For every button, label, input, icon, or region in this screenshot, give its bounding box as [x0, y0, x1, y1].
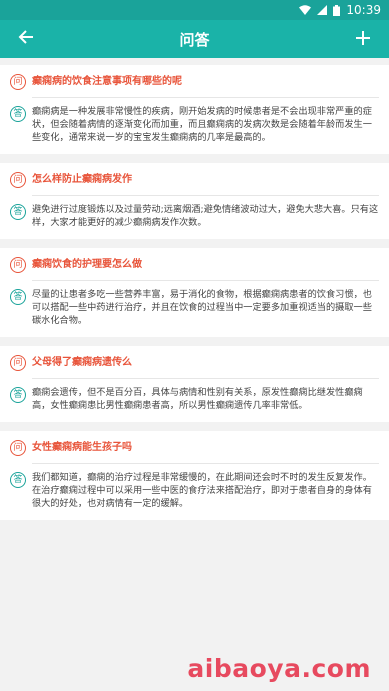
- question-text: 癫痫病的饮食注意事项有哪些的呢: [32, 76, 182, 87]
- page-title: 问答: [179, 30, 210, 49]
- battery-icon: [333, 4, 341, 16]
- answer-badge: 答: [10, 387, 26, 403]
- question-badge: 问: [10, 74, 26, 90]
- qa-card[interactable]: 问 女性癫痫病能生孩子吗 答 我们都知道，癫痫的治疗过程是非常缓慢的，在此期间还…: [0, 431, 389, 520]
- status-bar: 10:39: [0, 0, 389, 20]
- answer-text: 避免进行过度锻炼以及过量劳动;远离烟酒;避免情绪波动过大，避免大悲大喜。只有这样…: [32, 204, 379, 228]
- status-time: 10:39: [346, 3, 381, 17]
- answer-badge: 答: [10, 204, 26, 220]
- question-badge: 问: [10, 257, 26, 273]
- answer-badge: 答: [10, 472, 26, 488]
- question-text: 女性癫痫病能生孩子吗: [32, 442, 132, 453]
- answer-text: 癫痫病是一种发展非常慢性的疾病，刚开始发病的时候患者是不会出现非常严重的症状，但…: [32, 106, 372, 143]
- qa-card[interactable]: 问 怎么样防止癫痫病发作 答 避免进行过度锻炼以及过量劳动;远离烟酒;避免情绪波…: [0, 163, 389, 239]
- divider: [32, 463, 379, 464]
- answer-text: 我们都知道，癫痫的治疗过程是非常缓慢的，在此期间还会时不时的发生反复发作。在治疗…: [32, 472, 372, 509]
- question-text: 父母得了癫痫病遗传么: [32, 357, 132, 368]
- divider: [32, 97, 379, 98]
- back-arrow-icon: [18, 29, 34, 49]
- back-button[interactable]: [14, 27, 38, 51]
- answer-badge: 答: [10, 106, 26, 122]
- question-text: 怎么样防止癫痫病发作: [32, 174, 132, 185]
- divider: [32, 195, 379, 196]
- qa-card[interactable]: 问 癫痫病的饮食注意事项有哪些的呢 答 癫痫病是一种发展非常慢性的疾病，刚开始发…: [0, 65, 389, 154]
- answer-text: 癫痫会遗传，但不是百分百，具体与病情和性别有关系，原发性癫痫比继发性癫痫高，女性…: [32, 387, 363, 411]
- answer-badge: 答: [10, 289, 26, 305]
- watermark: aibaoya.com: [187, 654, 371, 683]
- plus-icon: [355, 30, 370, 49]
- divider: [32, 280, 379, 281]
- qa-list: 问 癫痫病的饮食注意事项有哪些的呢 答 癫痫病是一种发展非常慢性的疾病，刚开始发…: [0, 58, 389, 520]
- question-badge: 问: [10, 172, 26, 188]
- question-text: 癫痫饮食的护理要怎么做: [32, 259, 142, 270]
- app-bar: 问答: [0, 20, 389, 58]
- signal-icon: [317, 5, 328, 15]
- answer-text: 尽量的让患者多吃一些营养丰富，易于消化的食物，根据癫痫病患者的饮食习惯，也可以搭…: [32, 289, 372, 326]
- add-button[interactable]: [351, 27, 375, 51]
- qa-card[interactable]: 问 癫痫饮食的护理要怎么做 答 尽量的让患者多吃一些营养丰富，易于消化的食物，根…: [0, 248, 389, 337]
- qa-card[interactable]: 问 父母得了癫痫病遗传么 答 癫痫会遗传，但不是百分百，具体与病情和性别有关系，…: [0, 346, 389, 422]
- wifi-icon: [299, 5, 312, 15]
- divider: [32, 378, 379, 379]
- question-badge: 问: [10, 355, 26, 371]
- question-badge: 问: [10, 440, 26, 456]
